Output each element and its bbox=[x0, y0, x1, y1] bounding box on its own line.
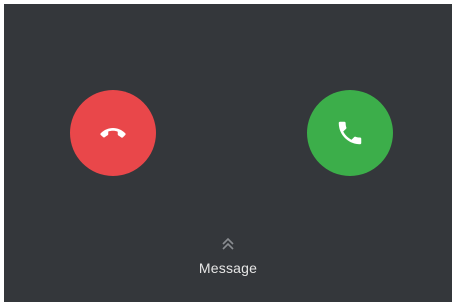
accept-call-button[interactable] bbox=[307, 90, 393, 176]
message-swipe-area[interactable]: Message bbox=[4, 236, 452, 276]
decline-call-button[interactable] bbox=[70, 90, 156, 176]
double-chevron-up-icon bbox=[222, 237, 234, 250]
incoming-call-screen: Message bbox=[4, 4, 452, 302]
phone-icon bbox=[338, 121, 362, 145]
phone-hangup-icon bbox=[100, 128, 126, 138]
message-label: Message bbox=[198, 260, 258, 276]
